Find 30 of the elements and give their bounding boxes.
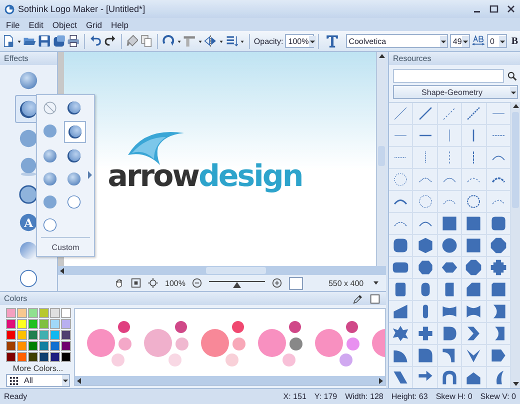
font-size-dropdown[interactable]: 49 [450, 34, 470, 48]
status-field: Width: 128 [345, 392, 384, 401]
custom-button[interactable]: Custom [41, 237, 90, 252]
letter-spacing-dropdown[interactable]: 0 [487, 34, 508, 48]
zoom-level: 100% [165, 278, 186, 288]
menu-item[interactable]: Grid [86, 20, 102, 30]
status-field: Y: 179 [314, 392, 338, 401]
palette-filter-dropdown[interactable]: All [6, 374, 70, 387]
opacity-field[interactable]: 100% [285, 34, 314, 48]
more-colors-link[interactable]: More Colors... [12, 364, 64, 373]
panel-header: Effects [0, 52, 57, 65]
status-field: Skew V: 0 [480, 392, 516, 401]
window-title: Sothink Logo Maker - [Untitled*] [18, 4, 146, 14]
menu-item[interactable]: Help [111, 20, 128, 30]
status-field: Skew H: 0 [436, 392, 472, 401]
canvas-size: 550 x 400 [328, 278, 364, 288]
logo-text: arrowdesign [108, 158, 302, 194]
panel-header: Colors [4, 294, 28, 303]
status-field: Height: 63 [391, 392, 428, 401]
panel-header: Resources [389, 52, 520, 65]
font-dropdown[interactable]: Coolvetica [346, 34, 448, 48]
menu-item[interactable]: Edit [28, 20, 44, 30]
opacity-label: Opacity: [254, 36, 284, 46]
effect-button[interactable]: A [16, 209, 42, 235]
menu-item[interactable]: File [6, 20, 20, 30]
status-field: X: 151 [283, 392, 306, 401]
status-message: Ready [4, 392, 28, 401]
bold-button[interactable]: B [509, 36, 518, 46]
menu-item[interactable]: Object [52, 20, 77, 30]
category-dropdown[interactable]: Shape-Geometry [393, 85, 518, 99]
